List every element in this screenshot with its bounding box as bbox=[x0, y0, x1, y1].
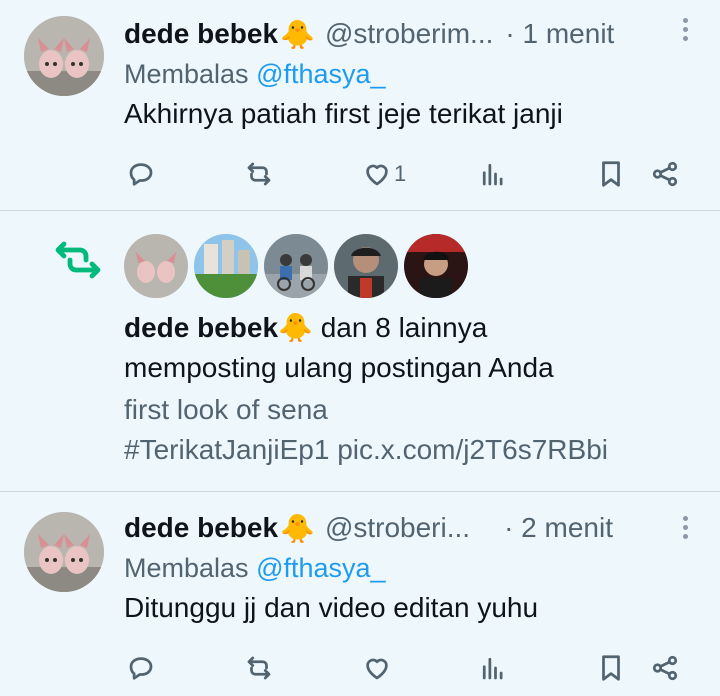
share-icon bbox=[652, 655, 678, 681]
reposter-name[interactable]: dede bebek bbox=[124, 312, 278, 343]
avatar[interactable] bbox=[264, 234, 328, 298]
reply-icon bbox=[129, 657, 153, 680]
reply-button[interactable] bbox=[126, 648, 156, 688]
replying-to-label: Membalas bbox=[124, 59, 249, 89]
reply-notification-1[interactable]: dede bebek 🐥 @stroberim... · 1 menit Mem… bbox=[0, 0, 720, 210]
views-icon bbox=[482, 163, 503, 186]
like-button[interactable]: 1 bbox=[362, 154, 406, 194]
views-icon bbox=[482, 657, 503, 680]
others-count: dan 8 lainnya bbox=[320, 312, 488, 343]
author-name[interactable]: dede bebek bbox=[124, 512, 278, 544]
chick-emoji: 🐥 bbox=[278, 312, 313, 343]
author-avatar[interactable] bbox=[24, 512, 104, 592]
tweet-header: dede bebek 🐥 @stroberim... · 1 menit bbox=[124, 14, 700, 54]
like-button[interactable] bbox=[362, 648, 392, 688]
bookmark-button[interactable] bbox=[596, 154, 626, 194]
author-handle[interactable]: @stroberim... bbox=[325, 18, 493, 50]
repost-action-text: memposting ulang postingan Anda bbox=[124, 352, 554, 383]
share-icon bbox=[652, 161, 678, 187]
author-handle[interactable]: @stroberi... bbox=[325, 512, 470, 544]
timestamp[interactable]: · 1 menit bbox=[505, 18, 614, 50]
avatar[interactable] bbox=[194, 234, 258, 298]
bookmark-button[interactable] bbox=[596, 648, 626, 688]
more-icon[interactable] bbox=[682, 18, 688, 45]
repost-icon bbox=[247, 656, 271, 680]
author-name[interactable]: dede bebek bbox=[124, 18, 278, 50]
repost-icon bbox=[247, 162, 271, 186]
share-button[interactable] bbox=[650, 154, 680, 194]
notification-feed: dede bebek 🐥 @stroberim... · 1 menit Mem… bbox=[0, 0, 720, 696]
tweet-text: Ditunggu jj dan video editan yuhu bbox=[124, 592, 539, 623]
bookmark-icon bbox=[602, 161, 620, 187]
replying-to-mention[interactable]: @fthasya_ bbox=[256, 553, 385, 583]
views-button[interactable] bbox=[478, 648, 508, 688]
replying-to-mention[interactable]: @fthasya_ bbox=[256, 59, 385, 89]
chick-emoji: 🐥 bbox=[280, 18, 315, 50]
like-count: 1 bbox=[394, 161, 407, 186]
replying-to-label: Membalas bbox=[124, 553, 249, 583]
quoted-post-text[interactable]: first look of sena #TerikatJanjiEp1 pic.… bbox=[124, 390, 704, 470]
reply-icon bbox=[129, 163, 153, 186]
chick-emoji: 🐥 bbox=[280, 512, 315, 544]
like-icon bbox=[366, 164, 388, 186]
quoted-line-1: first look of sena bbox=[124, 394, 328, 425]
views-button[interactable] bbox=[478, 154, 508, 194]
like-icon bbox=[366, 658, 388, 680]
avatar[interactable] bbox=[334, 234, 398, 298]
tweet-actions: 1 bbox=[124, 154, 690, 194]
replying-to: Membalas @fthasya_ bbox=[124, 54, 700, 94]
reply-notification-2[interactable]: dede bebek 🐥 @stroberi... · 2 menit Memb… bbox=[0, 492, 720, 696]
reply-button[interactable] bbox=[126, 154, 156, 194]
avatar[interactable] bbox=[124, 234, 188, 298]
more-icon[interactable] bbox=[682, 516, 688, 543]
tweet-header: dede bebek 🐥 @stroberi... · 2 menit bbox=[124, 508, 700, 548]
repost-icon bbox=[55, 241, 101, 279]
repost-button[interactable] bbox=[244, 154, 274, 194]
tweet-text: Akhirnya patiah first jeje terikat janji bbox=[124, 98, 563, 129]
tweet-actions bbox=[124, 648, 690, 688]
timestamp[interactable]: · 2 menit bbox=[504, 512, 613, 544]
avatar[interactable] bbox=[404, 234, 468, 298]
repost-button[interactable] bbox=[244, 648, 274, 688]
share-button[interactable] bbox=[650, 648, 680, 688]
bookmark-icon bbox=[602, 655, 620, 681]
author-avatar[interactable] bbox=[24, 16, 104, 96]
repost-message: dede bebek🐥 dan 8 lainnya memposting ula… bbox=[124, 308, 704, 388]
replying-to: Membalas @fthasya_ bbox=[124, 548, 700, 588]
quoted-line-2: #TerikatJanjiEp1 pic.x.com/j2T6s7RBbi bbox=[124, 434, 608, 465]
